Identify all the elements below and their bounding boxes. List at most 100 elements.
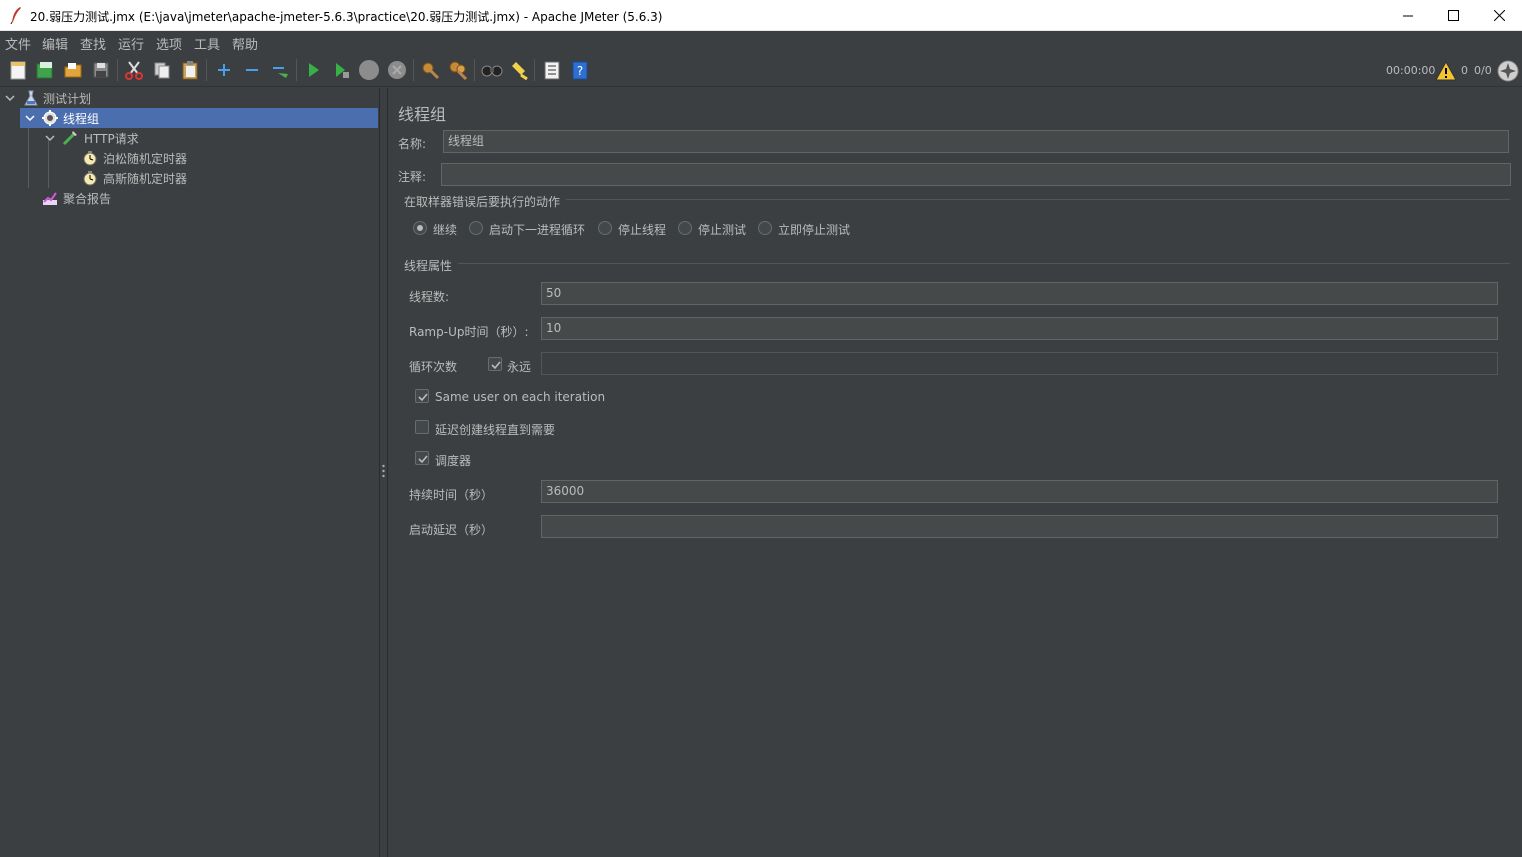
thread-group-icon	[42, 110, 58, 126]
clear-all-icon[interactable]	[446, 58, 470, 82]
help-icon[interactable]: ?	[568, 58, 592, 82]
shutdown-icon[interactable]	[385, 58, 409, 82]
thread-group-panel: 线程组 名称: 线程组 注释: 在取样器错误后要执行的动作 继续 启动下一进程循…	[388, 88, 1522, 857]
collapse-icon[interactable]	[240, 58, 264, 82]
test-plan-tree: 测试计划 线程组 HTTP请求 泊松随机定时器 高斯随机定时器 聚合报告	[0, 88, 379, 857]
radio-start-next-loop[interactable]	[469, 221, 483, 235]
warning-icon[interactable]	[1434, 59, 1458, 83]
comment-field[interactable]	[441, 163, 1511, 186]
tree-item-label: 线程组	[63, 111, 100, 126]
tree-item-http-request[interactable]: HTTP请求	[40, 128, 378, 148]
close-icon[interactable]	[1476, 0, 1522, 31]
start-no-pause-icon[interactable]	[329, 58, 353, 82]
delay-thread-creation-label[interactable]: 延迟创建线程直到需要	[435, 421, 555, 438]
stop-icon[interactable]	[357, 58, 381, 82]
loop-label: 循环次数	[409, 360, 458, 374]
comment-label: 注释:	[398, 170, 427, 184]
radio-stop-thread[interactable]	[598, 221, 612, 235]
splitter-grip-icon	[382, 464, 385, 478]
panel-splitter[interactable]	[379, 88, 388, 857]
duration-label: 持续时间（秒）	[409, 488, 494, 502]
menu-tools[interactable]: 工具	[194, 34, 220, 53]
same-user-label[interactable]: Same user on each iteration	[435, 390, 605, 404]
error-action-title: 在取样器错误后要执行的动作	[404, 195, 561, 209]
radio-stop-thread-label[interactable]: 停止线程	[618, 221, 666, 238]
timer-icon	[83, 171, 97, 186]
tree-item-aggregate-report[interactable]: 聚合报告	[20, 188, 378, 208]
active-threads: 0/0	[1474, 64, 1492, 77]
threads-label: 线程数:	[409, 290, 450, 304]
name-label: 名称:	[398, 137, 427, 151]
function-helper-icon[interactable]	[540, 58, 564, 82]
test-plan-icon	[24, 90, 38, 106]
paste-icon[interactable]	[178, 58, 202, 82]
chevron-down-icon[interactable]	[4, 92, 16, 104]
rampup-field[interactable]: 10	[541, 317, 1498, 340]
startup-delay-label: 启动延迟（秒）	[409, 523, 494, 537]
start-icon[interactable]	[301, 58, 325, 82]
tree-item-label: 高斯随机定时器	[103, 171, 188, 186]
same-user-checkbox[interactable]	[415, 389, 429, 403]
window-title: 20.弱压力测试.jmx (E:\java\jmeter\apache-jmet…	[30, 10, 663, 24]
tree-item-label: 聚合报告	[63, 191, 112, 206]
scheduler-label[interactable]: 调度器	[435, 452, 471, 469]
tree-item-label: HTTP请求	[84, 131, 139, 146]
tree-item-label: 泊松随机定时器	[103, 151, 188, 166]
forever-checkbox[interactable]	[488, 357, 502, 371]
menu-help[interactable]: 帮助	[232, 34, 258, 53]
minimize-icon[interactable]	[1385, 0, 1431, 31]
sampler-icon	[62, 131, 77, 146]
name-field[interactable]: 线程组	[443, 130, 1509, 153]
tree-item-label: 测试计划	[43, 91, 92, 106]
title-bar: 20.弱压力测试.jmx (E:\java\jmeter\apache-jmet…	[0, 0, 1522, 31]
tree-item-poisson-timer[interactable]: 泊松随机定时器	[60, 148, 378, 168]
copy-icon[interactable]	[150, 58, 174, 82]
tree-item-test-plan[interactable]: 测试计划	[0, 88, 379, 108]
forever-label[interactable]: 永远	[507, 358, 531, 375]
loop-count-field[interactable]	[541, 352, 1498, 375]
radio-start-next-loop-label[interactable]: 启动下一进程循环	[489, 221, 585, 238]
expand-icon[interactable]	[212, 58, 236, 82]
chevron-down-icon[interactable]	[44, 132, 56, 144]
thread-status-icon	[1496, 59, 1520, 83]
maximize-icon[interactable]	[1430, 0, 1476, 31]
clear-icon[interactable]	[418, 58, 442, 82]
radio-stop-test-now[interactable]	[758, 221, 772, 235]
cut-icon[interactable]	[122, 58, 146, 82]
save-icon[interactable]	[89, 58, 113, 82]
rampup-label: Ramp-Up时间（秒）:	[409, 325, 529, 339]
duration-field[interactable]: 36000	[541, 480, 1498, 503]
menu-file[interactable]: 文件	[5, 34, 31, 53]
reset-search-icon[interactable]	[507, 58, 531, 82]
radio-continue-label[interactable]: 继续	[433, 221, 457, 238]
delay-thread-creation-checkbox[interactable]	[415, 420, 429, 434]
radio-stop-test-now-label[interactable]: 立即停止测试	[778, 221, 850, 238]
svg-text:?: ?	[577, 64, 583, 78]
menu-bar: 文件 编辑 查找 运行 选项 工具 帮助	[0, 31, 1522, 53]
menu-options[interactable]: 选项	[156, 34, 182, 53]
toggle-icon[interactable]	[268, 58, 292, 82]
tree-item-gaussian-timer[interactable]: 高斯随机定时器	[60, 168, 378, 188]
jmeter-feather-icon	[10, 7, 21, 24]
menu-run[interactable]: 运行	[118, 34, 144, 53]
startup-delay-field[interactable]	[541, 515, 1498, 538]
warning-count: 0	[1461, 64, 1468, 77]
templates-icon[interactable]	[33, 58, 57, 82]
toolbar: ? 00:00:00 0 0/0	[0, 53, 1522, 87]
radio-stop-test-label[interactable]: 停止测试	[698, 221, 746, 238]
scheduler-checkbox[interactable]	[415, 451, 429, 465]
timer-icon	[83, 151, 97, 166]
chevron-down-icon[interactable]	[24, 112, 36, 124]
open-icon[interactable]	[61, 58, 85, 82]
menu-edit[interactable]: 编辑	[42, 34, 68, 53]
search-icon[interactable]	[480, 58, 504, 82]
threads-field[interactable]: 50	[541, 282, 1498, 305]
radio-stop-test[interactable]	[678, 221, 692, 235]
new-icon[interactable]	[6, 58, 30, 82]
menu-search[interactable]: 查找	[80, 34, 106, 53]
thread-props-title: 线程属性	[404, 259, 453, 273]
radio-continue[interactable]	[413, 221, 427, 235]
tree-item-thread-group[interactable]: 线程组	[20, 108, 378, 128]
report-icon	[43, 192, 57, 205]
page-title: 线程组	[398, 105, 447, 124]
